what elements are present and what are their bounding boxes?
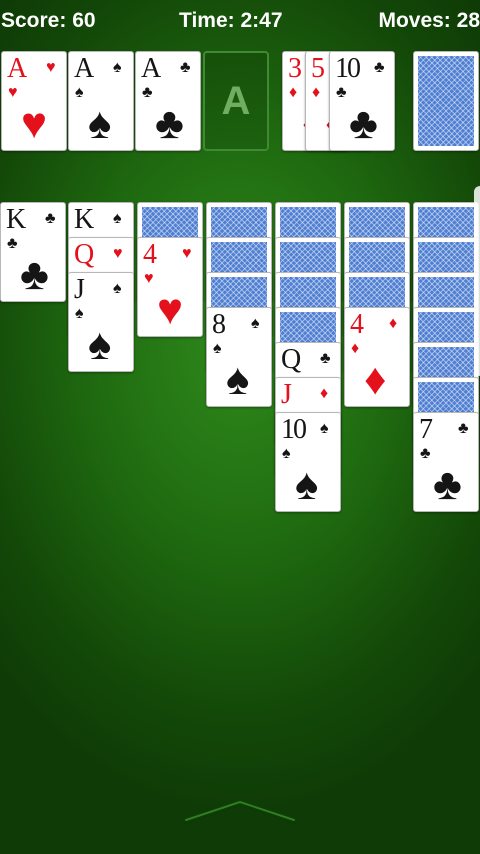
diamond-icon: ♦: [289, 84, 298, 101]
tableau-card[interactable]: K ♣ ♣ ♣: [0, 202, 66, 302]
spade-icon: ♠: [88, 320, 112, 369]
card-back-pattern: [418, 56, 474, 146]
heart-icon: ♥: [113, 245, 123, 262]
heart-icon: ♥: [8, 84, 18, 101]
spade-icon: ♠: [75, 84, 84, 101]
foundation-card[interactable]: A ♥ ♥ ♥: [1, 51, 67, 151]
card-rank: 4: [143, 239, 157, 270]
card-rank: 5: [311, 53, 325, 84]
club-icon: ♣: [433, 460, 462, 509]
diamond-icon: ♦: [312, 84, 321, 101]
card-rank: 3: [288, 53, 302, 84]
diamond-icon: ♦: [351, 340, 360, 357]
card-rank: A: [74, 53, 94, 84]
heart-icon: ♥: [144, 270, 154, 287]
card-rank: K: [6, 204, 26, 235]
spade-icon: ♠: [113, 210, 122, 227]
club-icon: ♣: [349, 99, 378, 148]
card-rank: J: [74, 274, 85, 305]
spade-icon: ♠: [213, 340, 222, 357]
diamond-icon: ♦: [320, 385, 329, 402]
spade-icon: ♠: [226, 355, 250, 404]
status-bar: Score: 60 Time: 2:47 Moves: 28: [0, 0, 480, 44]
club-icon: ♣: [45, 210, 56, 227]
card-rank: 7: [419, 414, 433, 445]
tableau-card[interactable]: 4 ♥ ♥ ♥: [137, 237, 203, 337]
tableau-card[interactable]: 4 ♦ ♦ ♦: [344, 307, 410, 407]
tableau-card[interactable]: 8 ♠ ♠ ♠: [206, 307, 272, 407]
timer-label: Time: 2:47: [179, 9, 283, 32]
card-rank: Q: [74, 239, 94, 270]
foundation-card[interactable]: A ♠ ♠ ♠: [68, 51, 134, 151]
foundation-slot-label: A: [221, 79, 251, 123]
spade-icon: ♠: [113, 280, 122, 297]
card-rank: 8: [212, 309, 226, 340]
card-rank: 10: [281, 414, 307, 445]
tableau-card[interactable]: 10 ♠ ♠ ♠: [275, 412, 341, 512]
tableau-card[interactable]: 7 ♣ ♣ ♣: [413, 412, 479, 512]
foundation-slot-empty[interactable]: A: [203, 51, 269, 151]
card-rank: K: [74, 204, 94, 235]
heart-icon: ♥: [21, 99, 48, 148]
spade-icon: ♠: [282, 445, 291, 462]
waste-card[interactable]: 10 ♣ ♣ ♣: [329, 51, 395, 151]
club-icon: ♣: [155, 99, 184, 148]
heart-icon: ♥: [46, 59, 56, 76]
heart-icon: ♥: [182, 245, 192, 262]
chevron-up-icon[interactable]: [180, 796, 300, 826]
club-icon: ♣: [458, 420, 469, 437]
club-icon: ♣: [336, 84, 347, 101]
side-panel-handle[interactable]: [474, 186, 480, 376]
card-rank: A: [141, 53, 161, 84]
card-rank: A: [7, 53, 27, 84]
diamond-icon: ♦: [364, 355, 387, 404]
card-rank: 4: [350, 309, 364, 340]
spade-icon: ♠: [113, 59, 122, 76]
card-rank: J: [281, 379, 292, 410]
spade-icon: ♠: [295, 460, 319, 509]
club-icon: ♣: [374, 59, 385, 76]
spade-icon: ♠: [320, 420, 329, 437]
score-label: Score: 60: [1, 9, 96, 32]
card-rank: Q: [281, 344, 301, 375]
tableau-card[interactable]: J ♠ ♠ ♠: [68, 272, 134, 372]
spade-icon: ♠: [75, 305, 84, 322]
spade-icon: ♠: [88, 99, 112, 148]
card-rank: 10: [335, 53, 361, 84]
club-icon: ♣: [7, 235, 18, 252]
moves-label: Moves: 28: [378, 9, 480, 32]
club-icon: ♣: [180, 59, 191, 76]
heart-icon: ♥: [157, 285, 184, 334]
diamond-icon: ♦: [389, 315, 398, 332]
spade-icon: ♠: [251, 315, 260, 332]
club-icon: ♣: [20, 250, 49, 299]
club-icon: ♣: [420, 445, 431, 462]
club-icon: ♣: [142, 84, 153, 101]
foundation-card[interactable]: A ♣ ♣ ♣: [135, 51, 201, 151]
stock-pile[interactable]: [413, 51, 479, 151]
club-icon: ♣: [320, 350, 331, 367]
